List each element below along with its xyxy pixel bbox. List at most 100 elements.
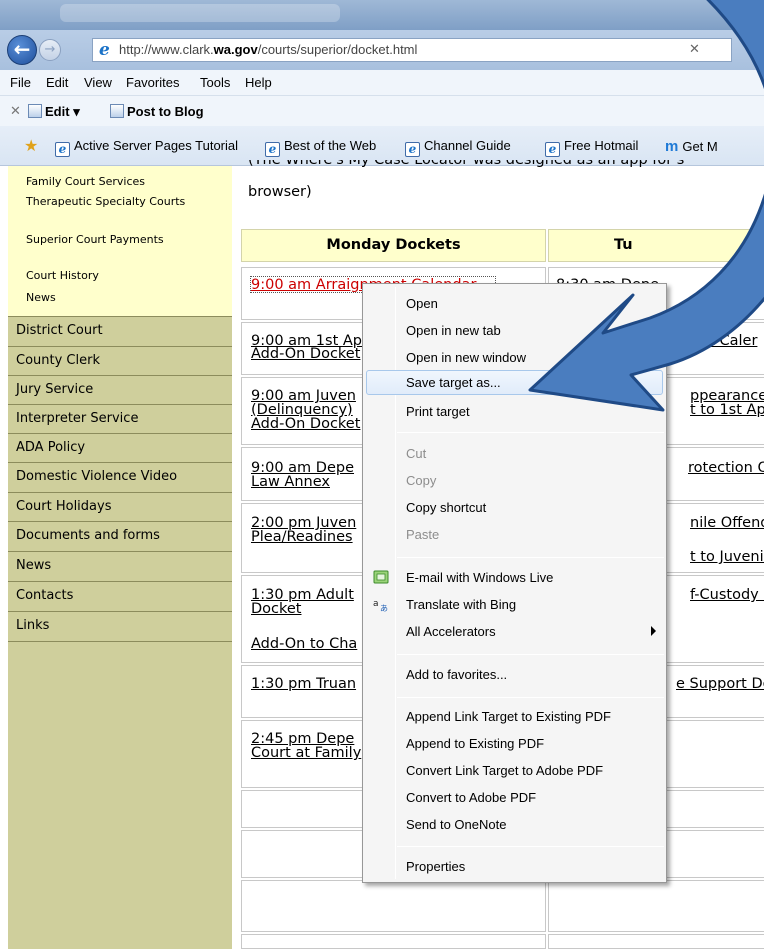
docket-link-tue-juvenile-offender[interactable]: nile Offender — [690, 516, 764, 531]
menu-favorites[interactable]: Favorites — [126, 75, 179, 90]
docket-link-adult-docket[interactable]: Docket — [251, 602, 302, 617]
forward-arrow-icon: → — [44, 42, 56, 57]
ie-fav-icon: e — [55, 142, 70, 157]
edit-pencil-icon — [28, 104, 42, 118]
menu-tools[interactable]: Tools — [200, 75, 230, 90]
menu-item-all-accelerators[interactable]: All Accelerators — [366, 619, 663, 644]
sidebar-item-contacts[interactable]: Contacts — [8, 581, 232, 611]
ie-fav-icon: e — [265, 142, 280, 157]
sidebar-item-jury-service[interactable]: Jury Service — [8, 375, 232, 405]
menu-edit[interactable]: Edit — [46, 75, 68, 90]
windows-live-mail-icon — [373, 570, 389, 584]
tuesday-dockets-header: Tu — [548, 229, 764, 262]
sidebar-item-documents-and-forms[interactable]: Documents and forms — [8, 521, 232, 551]
translate-icon: a あ — [373, 599, 388, 612]
fav-free-hotmail[interactable]: e Free Hotmail — [545, 138, 638, 157]
menu-item-print-target[interactable]: Print target — [366, 399, 663, 424]
menu-view[interactable]: View — [84, 75, 112, 90]
favorites-star-icon[interactable]: ★ — [24, 136, 38, 155]
back-arrow-icon: ← — [13, 37, 31, 61]
docket-link-tue-1st-appearance[interactable]: t to 1st Appe — [690, 403, 764, 418]
command-bar: ✕ Edit ▾ Post to Blog — [0, 96, 764, 126]
menu-separator — [397, 846, 664, 847]
msn-icon: m — [665, 138, 679, 155]
menu-separator — [397, 697, 664, 698]
docket-link-tue-support[interactable]: e Support Doc — [676, 677, 764, 692]
docket-link-plea-readiness[interactable]: Plea/Readines — [251, 530, 353, 545]
subnav-family-court-services[interactable]: Family Court Services — [26, 176, 216, 188]
sidebar-item-domestic-violence-video[interactable]: Domestic Violence Video — [8, 462, 232, 492]
sidebar-item-district-court[interactable]: District Court — [8, 316, 232, 346]
sidebar-item-interpreter-service[interactable]: Interpreter Service — [8, 404, 232, 434]
intro-line-1: (The Where's My Case Locator was designe… — [248, 160, 685, 168]
menu-help[interactable]: Help — [245, 75, 272, 90]
menu-item-properties[interactable]: Properties — [366, 854, 663, 879]
edit-dropdown-icon: ▾ — [73, 104, 80, 119]
sidebar-divider — [8, 641, 232, 642]
docket-link-tue-to-juvenile[interactable]: t to Juvenile — [690, 550, 764, 565]
menu-bar: File Edit View Favorites Tools Help — [0, 70, 764, 96]
subnav-superior-court-payments[interactable]: Superior Court Payments — [26, 234, 216, 246]
fav-asp-tutorial[interactable]: e Active Server Pages Tutorial — [55, 138, 238, 157]
stop-icon[interactable]: ✕ — [10, 104, 21, 119]
sidebar-item-news[interactable]: News — [8, 551, 232, 581]
blog-icon — [110, 104, 124, 118]
address-bar[interactable]: e http://www.clark.wa.gov/courts/superio… — [92, 38, 732, 62]
svg-text:あ: あ — [380, 604, 388, 612]
docket-link-court-at-family[interactable]: Court at Family — [251, 746, 361, 761]
menu-item-copy-shortcut[interactable]: Copy shortcut — [366, 495, 663, 520]
fav-best-of-web[interactable]: e Best of the Web — [265, 138, 376, 157]
sidebar-item-court-holidays[interactable]: Court Holidays — [8, 492, 232, 522]
menu-item-save-target-as[interactable]: Save target as... — [366, 370, 663, 395]
subnav-news[interactable]: News — [26, 292, 216, 304]
ie-page-icon: e — [99, 40, 110, 60]
docket-link-law-annex[interactable]: Law Annex — [251, 475, 330, 490]
post-to-blog-button[interactable]: Post to Blog — [110, 104, 204, 119]
back-button[interactable]: ← — [7, 35, 37, 65]
docket-link-tue-custody[interactable]: f-Custody Cr — [690, 588, 764, 603]
menu-item-convert-link-target-pdf[interactable]: Convert Link Target to Adobe PDF — [366, 758, 663, 783]
menu-item-append-existing-pdf[interactable]: Append to Existing PDF — [366, 731, 663, 756]
docket-link-1st-appearance-addon[interactable]: Add-On Docket — [251, 347, 360, 362]
docket-link-juvenile-addon[interactable]: Add-On Docket — [251, 417, 360, 432]
table-cell — [548, 880, 764, 932]
menu-item-paste: Paste — [406, 527, 440, 542]
subnav-court-history[interactable]: Court History — [26, 270, 216, 282]
menu-item-cut: Cut — [406, 446, 427, 461]
menu-file[interactable]: File — [10, 75, 31, 90]
menu-item-open-new-window[interactable]: Open in new window — [366, 345, 663, 370]
titlebar-blurred-caption — [60, 4, 340, 22]
menu-item-convert-to-pdf[interactable]: Convert to Adobe PDF — [366, 785, 663, 810]
forward-button[interactable]: → — [39, 39, 61, 61]
sidebar-item-county-clerk[interactable]: County Clerk — [8, 346, 232, 376]
table-cell — [241, 880, 546, 932]
menu-item-append-link-target-pdf[interactable]: Append Link Target to Existing PDF — [366, 704, 663, 729]
edit-command-button[interactable]: Edit ▾ — [28, 104, 80, 120]
monday-dockets-header: Monday Dockets — [241, 229, 546, 262]
menu-item-add-to-favorites[interactable]: Add to favorites... — [366, 662, 663, 687]
fav-channel-guide[interactable]: e Channel Guide — [405, 138, 511, 157]
menu-item-open-new-tab[interactable]: Open in new tab — [366, 318, 663, 343]
subnav-therapeutic-specialty-courts[interactable]: Therapeutic Specialty Courts — [26, 196, 216, 208]
menu-item-translate-bing[interactable]: a あ Translate with Bing — [366, 592, 663, 617]
fav-get-more[interactable]: m Get M — [665, 138, 718, 155]
ie-fav-icon: e — [545, 142, 560, 157]
menu-item-email-windows-live[interactable]: E-mail with Windows Live — [366, 565, 663, 590]
address-close-icon[interactable]: ✕ — [689, 42, 700, 57]
sidebar-item-ada-policy[interactable]: ADA Policy — [8, 433, 232, 463]
superior-court-subnav: Family Court Services Therapeutic Specia… — [8, 166, 232, 316]
menu-separator — [397, 654, 664, 655]
address-url: http://www.clark.wa.gov/courts/superior/… — [119, 42, 418, 57]
sidebar-item-links[interactable]: Links — [8, 611, 232, 641]
menu-item-open[interactable]: Open — [366, 291, 663, 316]
intro-line-2: browser) — [248, 184, 312, 200]
docket-link-truancy[interactable]: 1:30 pm Truan — [251, 677, 356, 692]
sidebar-nav: Family Court Services Therapeutic Specia… — [8, 166, 232, 949]
table-cell — [548, 934, 764, 949]
context-menu: Open Open in new tab Open in new window … — [362, 283, 667, 883]
docket-link-tue-calendar[interactable]: nt Caler — [700, 334, 757, 349]
table-cell — [241, 934, 546, 949]
docket-link-addon-to-change[interactable]: Add-On to Cha — [251, 637, 357, 652]
menu-item-send-to-onenote[interactable]: Send to OneNote — [366, 812, 663, 837]
docket-link-tue-protection-order[interactable]: rotection Ord — [688, 461, 764, 476]
